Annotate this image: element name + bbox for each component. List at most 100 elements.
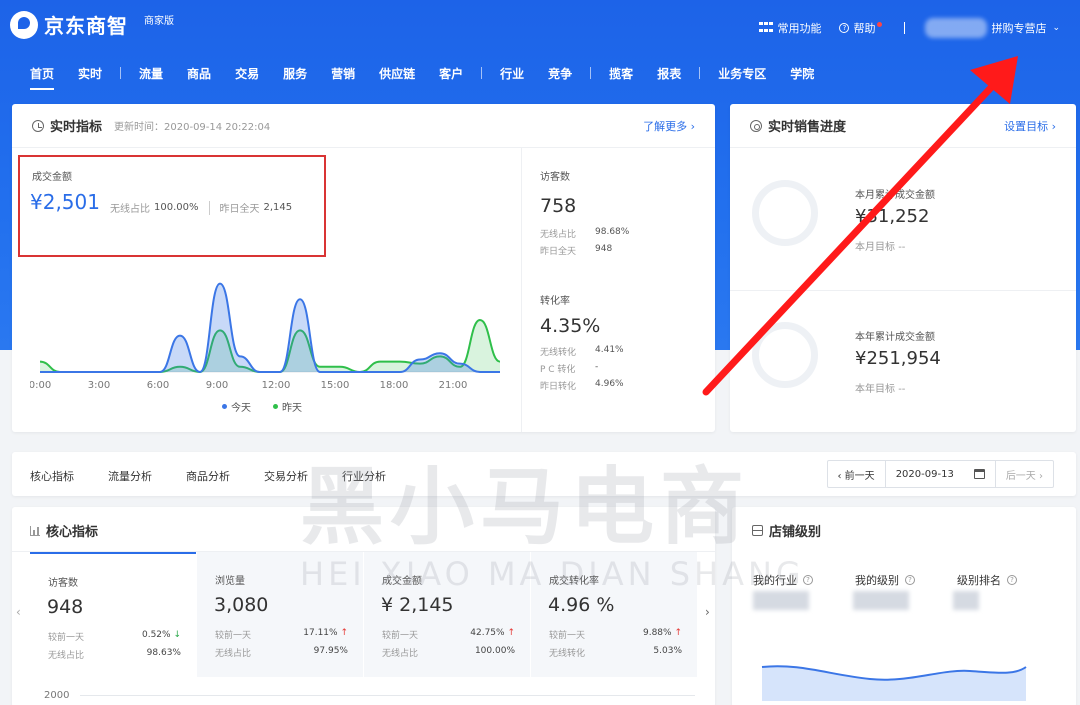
calendar-icon [973,469,985,479]
month-target: 本月目标 -- [855,238,905,253]
conversion-pc-label: P C 转化 [540,365,576,375]
year-gmv-label: 本年累计成交金额 [855,332,935,343]
kpi-share-value: 5.03% [653,646,682,656]
my-industry-label: 我的行业 [753,574,797,587]
visitors-yesterday-label: 昨日全天 [540,247,577,257]
common-functions-button[interactable]: 常用功能 [759,20,821,36]
nav-marketing[interactable]: 营销 [319,65,367,82]
kpi-change: 17.11% ↑ [303,628,348,641]
legend-today[interactable]: 今天 [222,399,251,414]
date-picker: ‹ 前一天 2020-09-13 后一天 › [826,460,1054,488]
core-metrics-title-text: 核心指标 [46,525,99,540]
brand-logo[interactable]: 京东商智 [10,10,128,39]
kpi-change-row: 较前一天 17.11% ↑ [215,628,348,641]
my-level-label: 我的级别 [855,574,899,587]
kpi-change-label: 较前一天 [382,631,419,641]
year-target-value: -- [898,384,906,395]
kpi-change: 42.75% ↑ [470,628,515,641]
nav-reports[interactable]: 报表 [645,65,693,82]
nav-transaction[interactable]: 交易 [223,65,271,82]
kpi-pageviews[interactable]: 浏览量 3,080 较前一天 17.11% ↑ 无线占比 97.95% [197,552,363,677]
nav-home[interactable]: 首页 [18,65,66,90]
nav-industry[interactable]: 行业 [488,65,536,82]
nav-service[interactable]: 服务 [271,65,319,82]
chevron-left-icon[interactable]: ‹ [16,605,21,619]
month-gmv-value: ¥31,252 [855,206,930,227]
tab-industry-analysis[interactable]: 行业分析 [342,468,386,484]
highlight-box [18,155,326,257]
next-day-button[interactable]: 后一天 › [996,461,1053,487]
nav-supply-chain[interactable]: 供应链 [367,65,427,82]
nav-realtime[interactable]: 实时 [66,65,114,82]
nav-products[interactable]: 商品 [175,65,223,82]
x-tick-label: 21:00 [439,380,468,391]
learn-more-link[interactable]: 了解更多 › [643,118,695,134]
nav-customers[interactable]: 客户 [427,65,475,82]
visitors-wireless-value: 98.68% [595,227,630,237]
kpi-change-label: 较前一天 [549,631,586,641]
conversion-yesterday-value: 4.96% [595,379,624,389]
kpi-share-row: 无线占比 97.95% [215,646,348,659]
chevron-right-icon[interactable]: › [705,605,710,619]
month-progress-ring [752,180,818,246]
visitors-label: 访客数 [540,172,570,183]
arrow-down-icon: ↓ [173,630,181,640]
tab-product-analysis[interactable]: 商品分析 [186,468,230,484]
kpi-change: 9.88% ↑ [643,628,682,641]
conversion-wireless-label: 无线转化 [540,348,577,358]
x-tick-label: 18:00 [380,380,409,391]
store-selector[interactable]: 拼购专营店 ⌄ [991,20,1060,36]
tab-traffic-analysis[interactable]: 流量分析 [108,468,152,484]
store-level-title-text: 店铺级别 [769,525,822,540]
tab-core-metrics[interactable]: 核心指标 [30,468,74,484]
conversion-pc-value: - [595,362,599,372]
kpi-label: 成交金额 [382,576,422,587]
question-icon[interactable]: ? [1007,575,1017,585]
year-target: 本年目标 -- [855,380,905,395]
nav-academy[interactable]: 学院 [778,65,826,82]
set-target-link[interactable]: 设置目标 › [1004,118,1056,134]
main-nav: 首页 实时 流量 商品 交易 服务 营销 供应链 客户 行业 竞争 揽客 报表 … [18,62,826,90]
sales-progress-header: 实时销售进度 设置目标 › [730,104,1076,148]
nav-traffic[interactable]: 流量 [127,65,175,82]
nav-competition[interactable]: 竞争 [536,65,584,82]
kpi-change: 0.52% ↓ [142,630,181,643]
year-gmv-value: ¥251,954 [855,348,941,369]
question-icon[interactable]: ? [905,575,915,585]
month-target-value: -- [898,242,906,253]
help-button[interactable]: ? 帮助 [839,20,883,36]
visitors-wireless-label: 无线占比 [540,230,577,240]
visitors-value: 758 [540,195,577,217]
core-metrics-title: 核心指标 [30,521,98,540]
store-name: 拼购专营店 [991,22,1047,35]
grid-icon [759,22,774,34]
x-tick-label: 3:00 [88,380,110,391]
x-tick-label: 15:00 [321,380,350,391]
kpi-conversion[interactable]: 成交转化率 4.96 % 较前一天 9.88% ↑ 无线转化 5.03% [531,552,697,677]
date-field[interactable]: 2020-09-13 [886,461,996,487]
kpi-label: 成交转化率 [549,576,599,587]
kpi-gmv[interactable]: 成交金额 ¥ 2,145 较前一天 42.75% ↑ 无线占比 100.00% [364,552,530,677]
nav-business-zone[interactable]: 业务专区 [706,65,778,82]
question-icon[interactable]: ? [803,575,813,585]
nav-acquire[interactable]: 揽客 [597,65,645,82]
x-tick-label: 6:00 [147,380,169,391]
tab-transaction-analysis[interactable]: 交易分析 [264,468,308,484]
brand-name: 京东商智 [44,14,128,38]
x-tick-label: 9:00 [206,380,228,391]
avatar[interactable] [925,18,988,38]
kpi-share-value: 100.00% [474,646,515,656]
nav-divider [481,67,483,79]
divider [730,290,1076,291]
kpi-visitors[interactable]: 访客数 948 较前一天 0.52% ↓ 无线占比 98.63% [30,552,196,677]
legend-yesterday-dot [273,404,278,409]
kpi-share-row: 无线转化 5.03% [549,646,682,659]
month-target-label: 本月目标 [855,242,895,253]
legend-yesterday[interactable]: 昨天 [273,399,302,414]
my-industry-col: 我的行业? [753,572,813,588]
kpi-share-value: 98.63% [146,648,181,658]
conversion-value: 4.35% [540,315,601,337]
prev-day-button[interactable]: ‹ 前一天 [828,461,886,487]
kpi-share-label: 无线转化 [549,649,586,659]
common-functions-label: 常用功能 [777,22,822,35]
